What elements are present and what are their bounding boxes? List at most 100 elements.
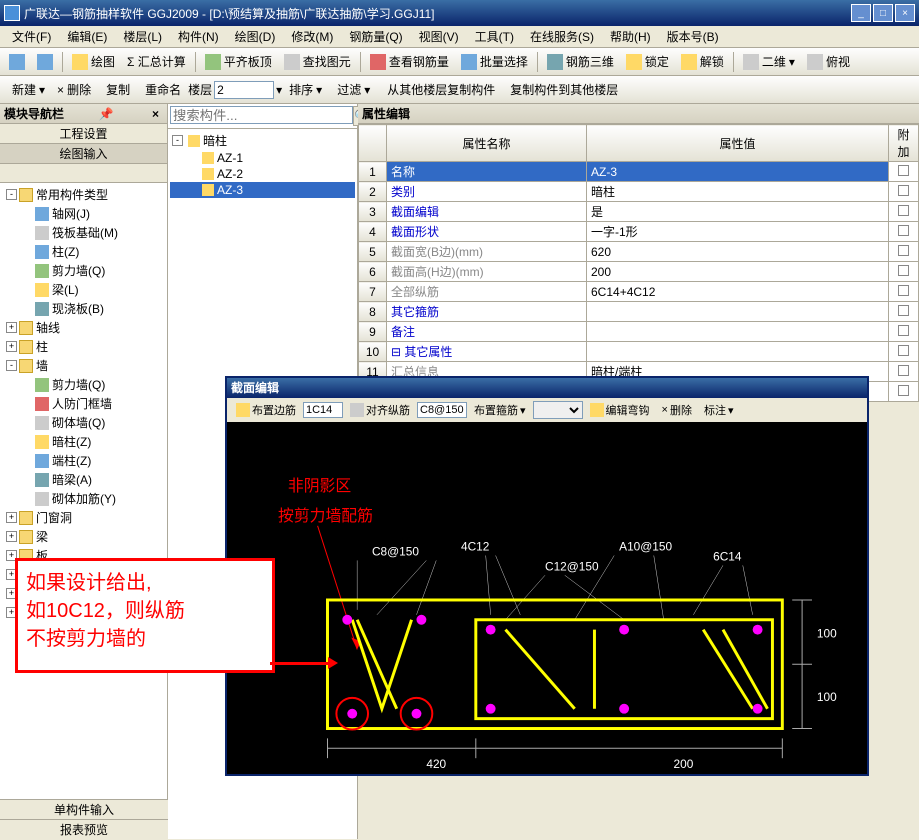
- two-d-button[interactable]: 二维▾: [738, 50, 800, 73]
- menu-floor[interactable]: 楼层(L): [115, 26, 170, 47]
- prop-value[interactable]: 620: [587, 242, 889, 262]
- prop-value[interactable]: 6C14+4C12: [587, 282, 889, 302]
- annotate-button[interactable]: 标注▾: [699, 400, 739, 420]
- tree-node[interactable]: 现浇板(B): [2, 299, 165, 318]
- attach-checkbox[interactable]: [898, 385, 909, 396]
- prop-attach[interactable]: [889, 342, 919, 362]
- tab-report-preview[interactable]: 报表预览: [0, 819, 168, 839]
- attach-checkbox[interactable]: [898, 365, 909, 376]
- prop-value[interactable]: AZ-3: [587, 162, 889, 182]
- prop-row[interactable]: 9备注: [359, 322, 919, 342]
- attach-checkbox[interactable]: [898, 165, 909, 176]
- align-rebar-button[interactable]: 对齐纵筋: [345, 400, 415, 420]
- stirrup-button[interactable]: 布置箍筋▾: [469, 400, 531, 420]
- menu-view[interactable]: 视图(V): [411, 26, 467, 47]
- prop-row[interactable]: 7全部纵筋6C14+4C12: [359, 282, 919, 302]
- prop-attach[interactable]: [889, 242, 919, 262]
- floor-input[interactable]: [214, 81, 274, 99]
- prop-attach[interactable]: [889, 262, 919, 282]
- prop-row[interactable]: 10⊟ 其它属性: [359, 342, 919, 362]
- sidebar-close-icon[interactable]: ×: [148, 107, 163, 121]
- menu-component[interactable]: 构件(N): [170, 26, 227, 47]
- stirrup-select[interactable]: [533, 401, 583, 419]
- tree-toggle-icon[interactable]: +: [6, 531, 17, 542]
- minimize-button[interactable]: _: [851, 4, 871, 22]
- new-button[interactable]: 新建▾: [4, 78, 50, 101]
- tree-node[interactable]: +轴线: [2, 318, 165, 337]
- menu-rebar[interactable]: 钢筋量(Q): [341, 26, 410, 47]
- tab-draw-input[interactable]: 绘图输入: [0, 144, 167, 164]
- attach-checkbox[interactable]: [898, 265, 909, 276]
- prop-row[interactable]: 3截面编辑是: [359, 202, 919, 222]
- attach-checkbox[interactable]: [898, 305, 909, 316]
- find-elem-button[interactable]: 查找图元: [279, 50, 356, 73]
- attach-checkbox[interactable]: [898, 205, 909, 216]
- menu-file[interactable]: 文件(F): [4, 26, 59, 47]
- lock-button[interactable]: 锁定: [621, 50, 674, 73]
- prop-attach[interactable]: [889, 222, 919, 242]
- prop-attach[interactable]: [889, 322, 919, 342]
- prop-value[interactable]: [587, 342, 889, 362]
- prop-row[interactable]: 5截面宽(B边)(mm)620: [359, 242, 919, 262]
- attach-checkbox[interactable]: [898, 225, 909, 236]
- prop-row[interactable]: 8其它箍筋: [359, 302, 919, 322]
- prop-row[interactable]: 6截面高(H边)(mm)200: [359, 262, 919, 282]
- section-delete-button[interactable]: × 删除: [657, 400, 697, 420]
- tree-toggle-icon[interactable]: +: [6, 341, 17, 352]
- bird-button[interactable]: 俯视: [802, 50, 855, 73]
- tree-toggle-icon[interactable]: -: [172, 135, 183, 146]
- tree-toggle-icon[interactable]: +: [6, 512, 17, 523]
- tree-toggle-icon[interactable]: -: [6, 360, 17, 371]
- close-button[interactable]: ×: [895, 4, 915, 22]
- attach-checkbox[interactable]: [898, 285, 909, 296]
- prop-value[interactable]: 一字-1形: [587, 222, 889, 242]
- prop-value[interactable]: 200: [587, 262, 889, 282]
- rebar-3d-button[interactable]: 钢筋三维: [542, 50, 619, 73]
- prop-attach[interactable]: [889, 362, 919, 382]
- nav-back[interactable]: [4, 51, 30, 73]
- tree-node[interactable]: 轴网(J): [2, 204, 165, 223]
- delete-button[interactable]: × 删除: [52, 78, 96, 101]
- menu-tools[interactable]: 工具(T): [467, 26, 522, 47]
- prop-attach[interactable]: [889, 302, 919, 322]
- comp-item[interactable]: AZ-1: [170, 150, 355, 166]
- comp-root[interactable]: - 暗柱: [170, 131, 355, 150]
- tab-single-input[interactable]: 单构件输入: [0, 799, 168, 819]
- comp-item[interactable]: AZ-2: [170, 166, 355, 182]
- menu-draw[interactable]: 绘图(D): [227, 26, 284, 47]
- prop-value[interactable]: [587, 302, 889, 322]
- menu-version[interactable]: 版本号(B): [659, 26, 727, 47]
- copy-to-button[interactable]: 复制构件到其他楼层: [502, 78, 623, 101]
- sort-button[interactable]: 排序▾: [284, 78, 327, 101]
- prop-attach[interactable]: [889, 182, 919, 202]
- tree-toggle-icon[interactable]: -: [6, 189, 17, 200]
- prop-row[interactable]: 2类别暗柱: [359, 182, 919, 202]
- attach-checkbox[interactable]: [898, 345, 909, 356]
- prop-attach[interactable]: [889, 202, 919, 222]
- tree-node[interactable]: 剪力墙(Q): [2, 261, 165, 280]
- tree-node[interactable]: +门窗洞: [2, 508, 165, 527]
- attach-checkbox[interactable]: [898, 245, 909, 256]
- edge-rebar-button[interactable]: 布置边筋: [231, 400, 301, 420]
- tree-node[interactable]: 筏板基础(M): [2, 223, 165, 242]
- tree-node[interactable]: +梁: [2, 527, 165, 546]
- draw-button[interactable]: 绘图: [67, 50, 120, 73]
- menu-modify[interactable]: 修改(M): [283, 26, 341, 47]
- tree-node[interactable]: -常用构件类型: [2, 185, 165, 204]
- tab-project-settings[interactable]: 工程设置: [0, 124, 167, 144]
- prop-attach[interactable]: [889, 282, 919, 302]
- nav-fwd[interactable]: [32, 51, 58, 73]
- tree-node[interactable]: +柱: [2, 337, 165, 356]
- prop-value[interactable]: 是: [587, 202, 889, 222]
- attach-checkbox[interactable]: [898, 185, 909, 196]
- maximize-button[interactable]: □: [873, 4, 893, 22]
- prop-value[interactable]: [587, 322, 889, 342]
- tree-node[interactable]: 砌体墙(Q): [2, 413, 165, 432]
- prop-attach[interactable]: [889, 162, 919, 182]
- batch-sel-button[interactable]: 批量选择: [456, 50, 533, 73]
- tree-toggle-icon[interactable]: +: [6, 322, 17, 333]
- flat-top-button[interactable]: 平齐板顶: [200, 50, 277, 73]
- menu-help[interactable]: 帮助(H): [602, 26, 659, 47]
- tree-node[interactable]: 暗柱(Z): [2, 432, 165, 451]
- tree-node[interactable]: 暗梁(A): [2, 470, 165, 489]
